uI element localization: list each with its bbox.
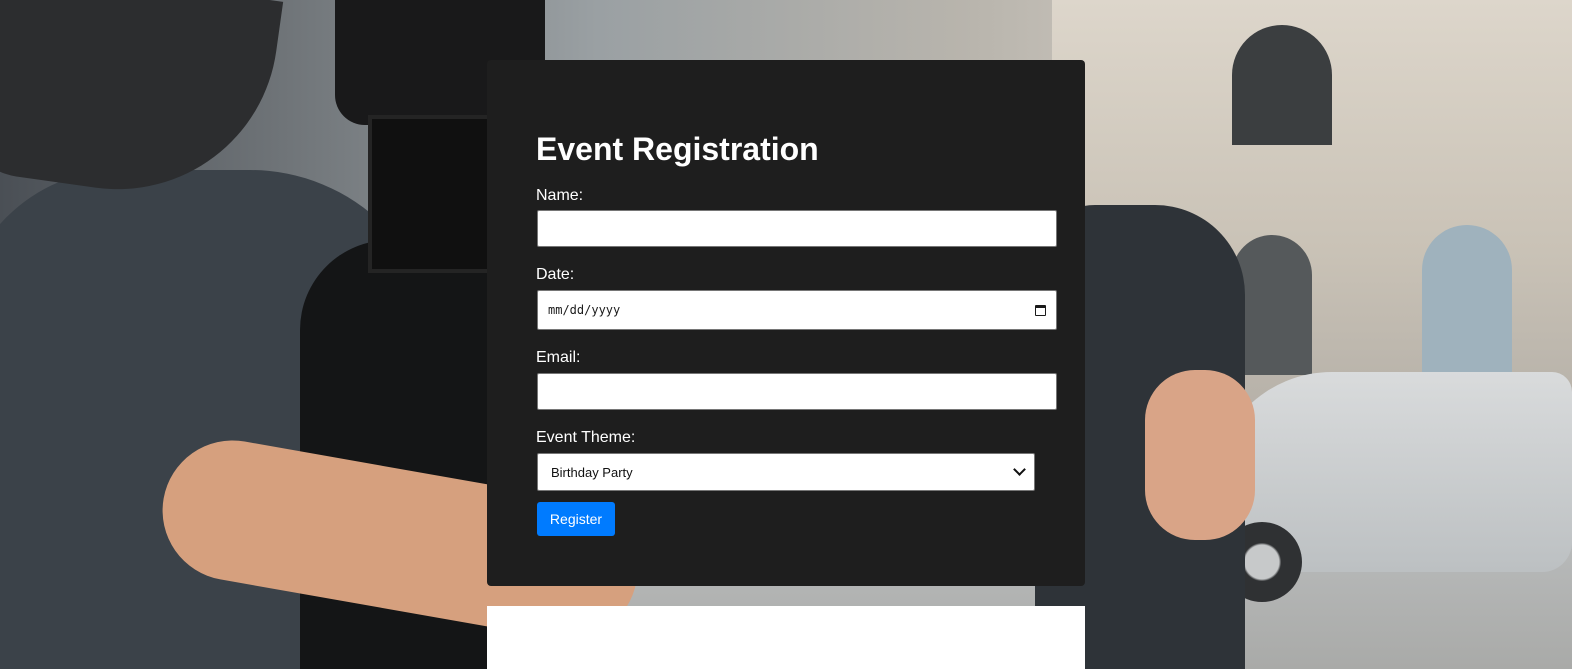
registration-form: Event Registration Name: Date: mm/dd/yyy… <box>487 60 1085 586</box>
content-panel <box>487 606 1085 669</box>
event-theme-label: Event Theme: <box>536 429 636 446</box>
background-camera <box>368 115 504 273</box>
email-field[interactable] <box>537 373 1057 410</box>
date-field[interactable]: mm/dd/yyyy <box>537 290 1057 330</box>
form-title: Event Registration <box>536 131 819 167</box>
background-arch <box>1232 25 1332 145</box>
name-field[interactable] <box>537 210 1057 247</box>
event-theme-select[interactable]: Birthday Party <box>537 453 1035 491</box>
event-theme-selected: Birthday Party <box>551 464 633 480</box>
chevron-down-icon <box>1013 463 1026 476</box>
calendar-icon[interactable] <box>1035 304 1046 316</box>
background-arm <box>1145 370 1255 540</box>
register-button[interactable]: Register <box>537 502 615 536</box>
background-door <box>1422 225 1512 375</box>
date-placeholder: mm/dd/yyyy <box>548 303 621 317</box>
email-label: Email: <box>536 349 581 366</box>
name-label: Name: <box>536 187 584 204</box>
date-label: Date: <box>536 266 575 283</box>
